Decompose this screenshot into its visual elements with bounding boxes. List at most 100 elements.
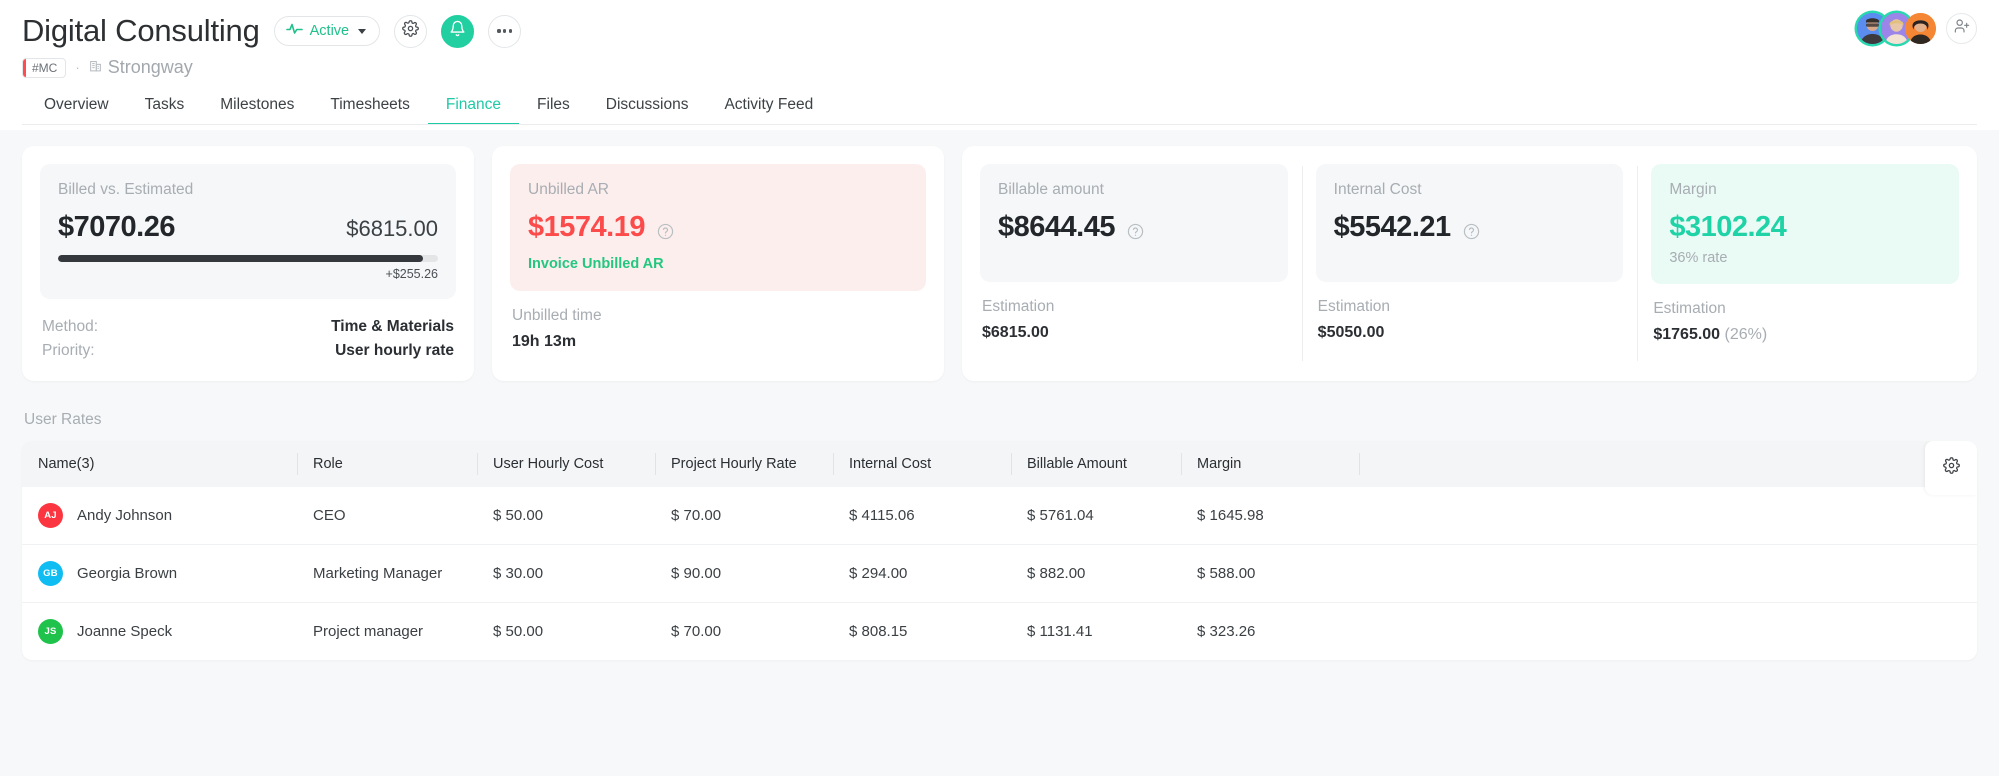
unbilled-time-block: Unbilled time 19h 13m xyxy=(510,307,926,351)
billable-estimation-label: Estimation xyxy=(982,298,1055,315)
margin-value: $3102.24 xyxy=(1669,211,1787,243)
priority-value: User hourly rate xyxy=(335,342,454,360)
cell-user-hourly-cost: $ 50.00 xyxy=(477,487,655,546)
status-label: Active xyxy=(309,23,350,40)
project-code-badge: #MC xyxy=(22,57,67,78)
tab-timesheets[interactable]: Timesheets xyxy=(312,96,428,125)
user-rates-title: User Rates xyxy=(24,411,102,429)
chevron-down-icon xyxy=(358,28,367,34)
metric-internal-cost: Internal Cost $5542.21 Estimation $5050.… xyxy=(1301,164,1638,363)
user-name: Joanne Speck xyxy=(77,623,173,641)
unbilled-time-value: 19h 13m xyxy=(512,333,577,351)
method-label: Method: xyxy=(42,318,99,336)
billable-estimation-block: Estimation $6815.00 xyxy=(980,298,1288,342)
tab-overview[interactable]: Overview xyxy=(44,96,127,125)
column-header-margin[interactable]: Margin xyxy=(1181,441,1359,487)
internal-cost-value: $5542.21 xyxy=(1333,211,1451,243)
internal-cost-label: Internal Cost xyxy=(1333,181,1422,198)
column-header-billable-amount[interactable]: Billable Amount xyxy=(1011,441,1181,487)
billable-estimation-value: $6815.00 xyxy=(982,324,1049,341)
table-header-row: Name(3) Role User Hourly Cost Project Ho… xyxy=(22,441,1977,488)
cell-internal-cost: $ 4115.06 xyxy=(833,487,1011,546)
cell-margin: $ 323.26 xyxy=(1197,623,1256,641)
title-row: Digital Consulting Active xyxy=(22,13,1977,48)
add-user-icon xyxy=(1954,18,1970,39)
unbilled-panel: Unbilled AR $1574.19 Invoice Unbilled AR xyxy=(510,164,926,292)
help-circle-icon[interactable] xyxy=(657,223,674,240)
table-settings-button[interactable] xyxy=(1925,441,1977,496)
unbilled-label: Unbilled AR xyxy=(528,181,609,198)
column-header-user-hourly-cost[interactable]: User Hourly Cost xyxy=(477,441,655,487)
cell-spacer xyxy=(1359,487,1977,546)
billable-amount-value: $8644.45 xyxy=(998,211,1115,243)
cell-role: Marketing Manager xyxy=(297,544,477,604)
cell-project-hourly-rate: $ 90.00 xyxy=(655,544,833,604)
table-row[interactable]: GB Georgia Brown Marketing Manager $ 30.00 $… xyxy=(22,544,1977,604)
page-header: Digital Consulting Active #MC · Strongwa… xyxy=(0,0,1999,130)
breadcrumb-separator: · xyxy=(75,60,80,76)
margin-estimation-value: $1765.00 (26%) xyxy=(1653,326,1957,344)
column-header-name[interactable]: Name(3) xyxy=(22,441,297,487)
breadcrumb: #MC · Strongway xyxy=(22,57,1977,78)
cell-role: CEO xyxy=(297,487,477,546)
gear-icon xyxy=(1942,457,1960,479)
invoice-unbilled-ar-link[interactable]: Invoice Unbilled AR xyxy=(528,256,664,272)
cell-user-hourly-cost: $ 50.00 xyxy=(493,623,544,641)
cell-spacer xyxy=(1359,603,1977,661)
cell-margin: $ 1645.98 xyxy=(1181,487,1359,546)
margin-estimation-block: Estimation $1765.00 (26%) xyxy=(1651,300,1959,344)
column-header-internal-cost[interactable]: Internal Cost xyxy=(833,441,1011,487)
column-header-role[interactable]: Role xyxy=(297,441,477,487)
tab-discussions[interactable]: Discussions xyxy=(588,96,707,125)
page-title: Digital Consulting xyxy=(22,13,260,48)
help-circle-icon[interactable] xyxy=(1127,223,1144,240)
cell-name: JS Joanne Speck xyxy=(22,603,297,661)
internal-cost-estimation-label: Estimation xyxy=(1317,298,1391,315)
billable-amount-row: $8644.45 xyxy=(998,211,1270,244)
cell-billable-amount: $ 1131.41 xyxy=(1027,623,1093,641)
status-dropdown[interactable]: Active xyxy=(273,16,381,47)
internal-cost-panel: Internal Cost $5542.21 xyxy=(1315,164,1624,282)
avatar: JS xyxy=(38,619,63,645)
tab-files[interactable]: Files xyxy=(519,96,588,125)
column-header-project-hourly-rate[interactable]: Project Hourly Rate xyxy=(655,441,833,487)
cell-billable-amount: $ 5761.04 xyxy=(1011,487,1181,546)
help-circle-icon[interactable] xyxy=(1463,223,1480,240)
table-row[interactable]: JS Joanne Speck Project manager $ 50.00 $ 70… xyxy=(22,603,1977,661)
more-options-button[interactable] xyxy=(488,14,522,48)
tab-finance[interactable]: Finance xyxy=(427,96,520,126)
building-icon xyxy=(89,57,102,78)
billed-vs-estimated-card: Billed vs. Estimated $7070.26 $6815.00 +… xyxy=(22,146,474,382)
settings-button[interactable] xyxy=(394,14,428,48)
margin-label: Margin xyxy=(1669,181,1717,198)
method-value: Time & Materials xyxy=(331,318,454,336)
margin-panel: Margin $3102.24 36% rate xyxy=(1651,164,1960,285)
billable-amount-label: Billable amount xyxy=(998,181,1104,198)
tab-milestones[interactable]: Milestones xyxy=(202,96,312,125)
billed-progress-fill xyxy=(58,255,423,263)
cell-project-hourly-rate: $ 70.00 xyxy=(671,623,722,641)
avatar[interactable] xyxy=(1905,13,1936,44)
tab-activity-feed[interactable]: Activity Feed xyxy=(706,96,831,125)
metric-margin: Margin $3102.24 36% rate Estimation $176… xyxy=(1637,164,1960,363)
user-rates-table: Name(3) Role User Hourly Cost Project Ho… xyxy=(22,441,1977,661)
margin-estimation-label: Estimation xyxy=(1653,300,1726,318)
table-row[interactable]: AJ Andy Johnson CEO $ 50.00 $ 70.00 $ 4115.06… xyxy=(22,487,1977,546)
cell-billable-amount: $ 882.00 xyxy=(1011,544,1181,604)
cell-internal-cost: $ 294.00 xyxy=(833,544,1011,604)
column-header-spacer xyxy=(1359,441,1977,487)
metrics-card: Billable amount $8644.45 Estimation $681… xyxy=(962,146,1977,382)
company-link[interactable]: Strongway xyxy=(89,57,193,78)
company-name: Strongway xyxy=(107,57,193,78)
avatar: AJ xyxy=(38,503,63,529)
ellipsis-icon xyxy=(497,29,512,33)
tab-bar-divider xyxy=(22,124,1977,126)
notifications-button[interactable] xyxy=(441,14,475,48)
tab-bar: Overview Tasks Milestones Timesheets Fin… xyxy=(22,96,1977,126)
cell-internal-cost: $ 808.15 xyxy=(849,623,908,641)
add-user-button[interactable] xyxy=(1946,13,1977,44)
unbilled-ar-card: Unbilled AR $1574.19 Invoice Unbilled AR… xyxy=(492,146,944,382)
tab-tasks[interactable]: Tasks xyxy=(127,96,203,125)
pulse-icon xyxy=(285,22,303,40)
unbilled-time-label: Unbilled time xyxy=(512,307,602,325)
